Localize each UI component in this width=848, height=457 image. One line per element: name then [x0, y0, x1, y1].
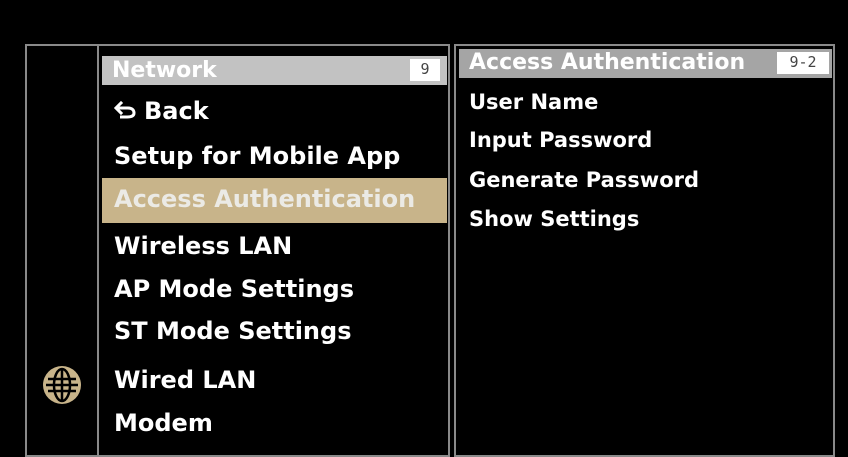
menu-item-label: Wireless LAN — [114, 232, 293, 260]
globe-icon — [43, 366, 81, 404]
menu-item-label: Wired LAN — [114, 366, 257, 394]
menu-item-wireless-lan[interactable]: Wireless LAN — [102, 226, 447, 268]
menu-item-modem[interactable]: Modem — [102, 403, 447, 445]
menu-header: Network 9 — [102, 56, 447, 85]
menu-item-access-authentication[interactable]: Access Authentication — [102, 178, 447, 223]
submenu-item-generate-password[interactable]: Generate Password — [459, 162, 832, 200]
page-number-badge: 9 — [410, 59, 440, 81]
submenu-item-label: Input Password — [469, 128, 653, 152]
menu-item-label: Setup for Mobile App — [114, 142, 401, 170]
submenu-item-label: Show Settings — [469, 207, 640, 231]
menu-item-ap-mode-settings[interactable]: AP Mode Settings — [102, 269, 447, 311]
submenu-item-user-name[interactable]: User Name — [459, 84, 832, 122]
submenu-page-badge: 9-2 — [777, 52, 829, 74]
submenu-item-label: User Name — [469, 90, 599, 114]
menu-item-st-mode-settings[interactable]: ST Mode Settings — [102, 311, 447, 353]
menu-item-label: ST Mode Settings — [114, 317, 352, 345]
submenu-item-show-settings[interactable]: Show Settings — [459, 201, 832, 239]
menu-item-label: Back — [144, 97, 209, 125]
back-arrow-icon — [114, 101, 136, 119]
category-icon-column — [25, 44, 99, 457]
submenu-item-input-password[interactable]: Input Password — [459, 122, 832, 160]
menu-item-label: AP Mode Settings — [114, 275, 354, 303]
main-menu-panel: Network 9 Back Setup for Mobile App Acce… — [97, 44, 450, 457]
menu-item-label: Access Authentication — [114, 185, 416, 213]
menu-item-back[interactable]: Back — [102, 91, 447, 133]
submenu-panel: Access Authentication 9-2 User Name Inpu… — [454, 44, 835, 457]
submenu-header: Access Authentication 9-2 — [459, 49, 832, 78]
submenu-item-label: Generate Password — [469, 168, 700, 192]
menu-item-label: Modem — [114, 409, 213, 437]
menu-title: Network — [112, 58, 217, 83]
menu-item-setup-for-mobile-app[interactable]: Setup for Mobile App — [102, 136, 447, 178]
menu-item-wired-lan[interactable]: Wired LAN — [102, 360, 447, 402]
submenu-title: Access Authentication — [469, 50, 746, 75]
